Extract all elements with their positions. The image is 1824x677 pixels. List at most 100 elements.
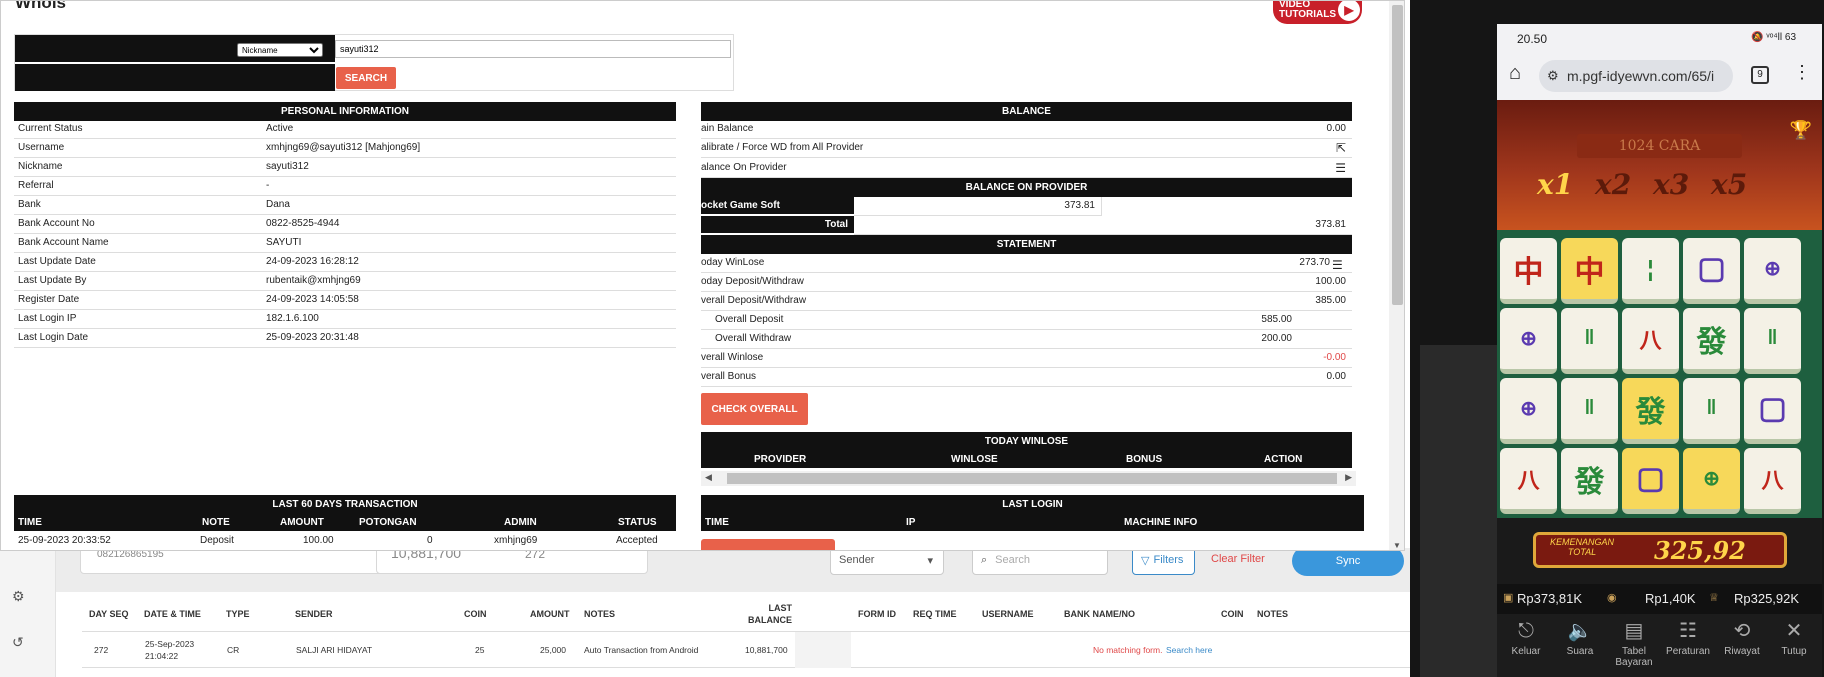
search-type-select[interactable]: Nickname — [237, 43, 323, 57]
site-settings-icon[interactable]: ⚙ — [1547, 68, 1559, 84]
personal-info-row: Last Update By rubentaik@xmhjng69 — [14, 272, 676, 291]
horizontal-scrollbar[interactable]: ◀ ▶ — [701, 471, 1356, 486]
statement-value: 273.70 — [1299, 257, 1330, 268]
phone-background-window — [1420, 345, 1500, 677]
personal-info-value: 25-09-2023 20:31:48 — [266, 332, 359, 343]
browser-url-bar: ⌂ ⚙ m.pgf-idyewvn.com/65/i 9 ⋮ — [1497, 52, 1822, 100]
personal-info-key: Last Login IP — [18, 313, 77, 324]
game-title: 1024 CARA — [1577, 134, 1742, 158]
wallet-icon: ▣ — [1503, 592, 1514, 604]
table-cell-divider — [795, 632, 851, 668]
last-60-days-header: LAST 60 DAYS TRANSACTION — [14, 495, 676, 514]
today-winlose-columns: PROVIDER WINLOSE BONUS ACTION — [701, 451, 1352, 468]
row-type: CR — [227, 645, 240, 655]
history-button[interactable]: ⟲ Riwayat — [1715, 614, 1769, 657]
scroll-left-icon[interactable]: ◀ — [705, 472, 712, 483]
wallet-balance: Rp373,81K — [1517, 591, 1583, 606]
search-button[interactable]: SEARCH — [336, 67, 396, 89]
status-icons: 🔕 ᵛᵒ⁴ll 63 — [1751, 32, 1796, 43]
statement-key: Overall Withdraw — [715, 333, 792, 344]
statement-key: verall Bonus — [701, 371, 757, 382]
clear-filter-link[interactable]: Clear Filter — [1211, 553, 1265, 565]
url-field[interactable]: ⚙ m.pgf-idyewvn.com/65/i — [1539, 60, 1733, 92]
filters-label: Filters — [1153, 554, 1184, 566]
more-menu-icon[interactable]: ⋮ — [1793, 62, 1811, 83]
exit-label: Keluar — [1511, 646, 1541, 657]
statement-value: 385.00 — [1315, 295, 1346, 306]
col-last-balance: LAST BALANCE — [748, 603, 792, 625]
trophy-icon[interactable]: 🏆 — [1790, 120, 1812, 141]
total-value-cell: 373.81 — [854, 216, 1352, 235]
statement-value: 0.00 — [1326, 371, 1346, 382]
today-winlose-header: TODAY WINLOSE — [701, 432, 1352, 451]
col-bonus: BONUS — [1126, 454, 1163, 465]
close-button[interactable]: ✕ Tutup — [1767, 614, 1821, 657]
search-value-input[interactable] — [335, 40, 731, 58]
col-amount: AMOUNT — [280, 517, 324, 528]
external-link-icon[interactable]: ⇱ — [1336, 139, 1346, 157]
user-settings-icon[interactable]: ⚙ — [12, 588, 30, 606]
provider-name: ocket Game Soft — [701, 197, 854, 214]
col-note: NOTE — [202, 517, 230, 528]
statement-row: verall Winlose -0.00 — [701, 349, 1352, 368]
statement-value: 100.00 — [1315, 276, 1346, 287]
statement-value: 585.00 — [1261, 314, 1292, 325]
scroll-right-icon[interactable]: ▶ — [1345, 472, 1352, 483]
personal-info-row: Register Date 24-09-2023 14:05:58 — [14, 291, 676, 310]
history-icon[interactable]: ↺ — [12, 634, 30, 652]
personal-info-value: Active — [266, 123, 294, 134]
multiplier-x5: x5 — [1711, 168, 1748, 201]
tile-circles: ⊕ — [1500, 378, 1557, 444]
tile-circles: ⊕ — [1744, 238, 1801, 304]
row-date-time: 25-Sep-2023 21:04:22 — [145, 639, 195, 661]
tile-bamboo: ‖ — [1683, 378, 1740, 444]
tile-white-dragon: ▢ — [1744, 378, 1801, 444]
col-date-time: DATE & TIME — [144, 609, 201, 619]
table-row[interactable]: 25-09-2023 20:33:52 Deposit 100.00 0 xmh… — [14, 532, 676, 550]
win-icon: ♕ — [1709, 592, 1719, 604]
scroll-down-icon[interactable]: ▼ — [1393, 541, 1401, 550]
row-coin: 25 — [475, 645, 485, 655]
modal-scrollbar[interactable]: ▼ — [1389, 1, 1404, 550]
home-icon[interactable]: ⌂ — [1509, 62, 1521, 85]
modal-scrollbar-thumb[interactable] — [1392, 5, 1403, 305]
search-here-link[interactable]: Search here — [1166, 645, 1212, 655]
tile-green-dragon: 發 — [1561, 448, 1618, 514]
scrollbar-thumb[interactable] — [727, 473, 1337, 484]
win-amount: Rp325,92K — [1734, 591, 1800, 606]
tile-bamboo: ‖ — [1561, 308, 1618, 374]
search-form-dark-cell: Nickname — [15, 35, 335, 62]
col-req-time: REQ TIME — [913, 609, 957, 619]
row-amount: 25,000 — [540, 645, 566, 655]
partial-red-button[interactable] — [701, 539, 835, 550]
personal-info-key: Nickname — [18, 161, 63, 172]
tab-count[interactable]: 9 — [1751, 66, 1769, 84]
video-tutorials-badge[interactable]: VIDEO TUTORIALS ▶ — [1273, 1, 1362, 24]
check-overall-button[interactable]: CHECK OVERALL — [701, 393, 808, 425]
personal-info-value: - — [266, 180, 270, 191]
exit-button[interactable]: ⎋ Keluar — [1499, 614, 1553, 657]
multiplier-x2: x2 — [1595, 168, 1632, 201]
personal-info-key: Current Status — [18, 123, 83, 134]
statement-value: -0.00 — [1323, 352, 1346, 363]
paytable-button[interactable]: ▤ Tabel Bayaran — [1607, 614, 1661, 668]
personal-info-row: Last Login IP 182.1.6.100 — [14, 310, 676, 329]
rules-button[interactable]: ☷ Peraturan — [1661, 614, 1715, 657]
col-coin-2: COIN — [1221, 609, 1244, 619]
sound-button[interactable]: 🔈 Suara — [1553, 614, 1607, 657]
bet-amount: Rp1,40K — [1645, 591, 1696, 606]
total-win-banner: KEMENANGAN TOTAL 325,92 — [1533, 532, 1787, 568]
list-icon[interactable]: ☰ — [1332, 258, 1343, 272]
filter-icon: ▽ — [1141, 554, 1150, 567]
personal-info-value: Dana — [266, 199, 290, 210]
no-match-text: No matching form. — [1093, 645, 1163, 655]
background-table-header — [82, 596, 1410, 632]
col-admin: ADMIN — [504, 517, 537, 528]
list-icon[interactable]: ☰ — [1335, 159, 1346, 177]
tile-character: 八 — [1622, 308, 1679, 374]
row-notes: Auto Transaction from Android — [584, 645, 699, 655]
provider-value-cell: 373.81 — [854, 197, 1102, 216]
game-bottom-bar: ⎋ Keluar 🔈 Suara ▤ Tabel Bayaran ☷ Peraturan… — [1497, 614, 1822, 677]
personal-info-header: PERSONAL INFORMATION — [14, 102, 676, 121]
cell-note: Deposit — [200, 535, 234, 546]
